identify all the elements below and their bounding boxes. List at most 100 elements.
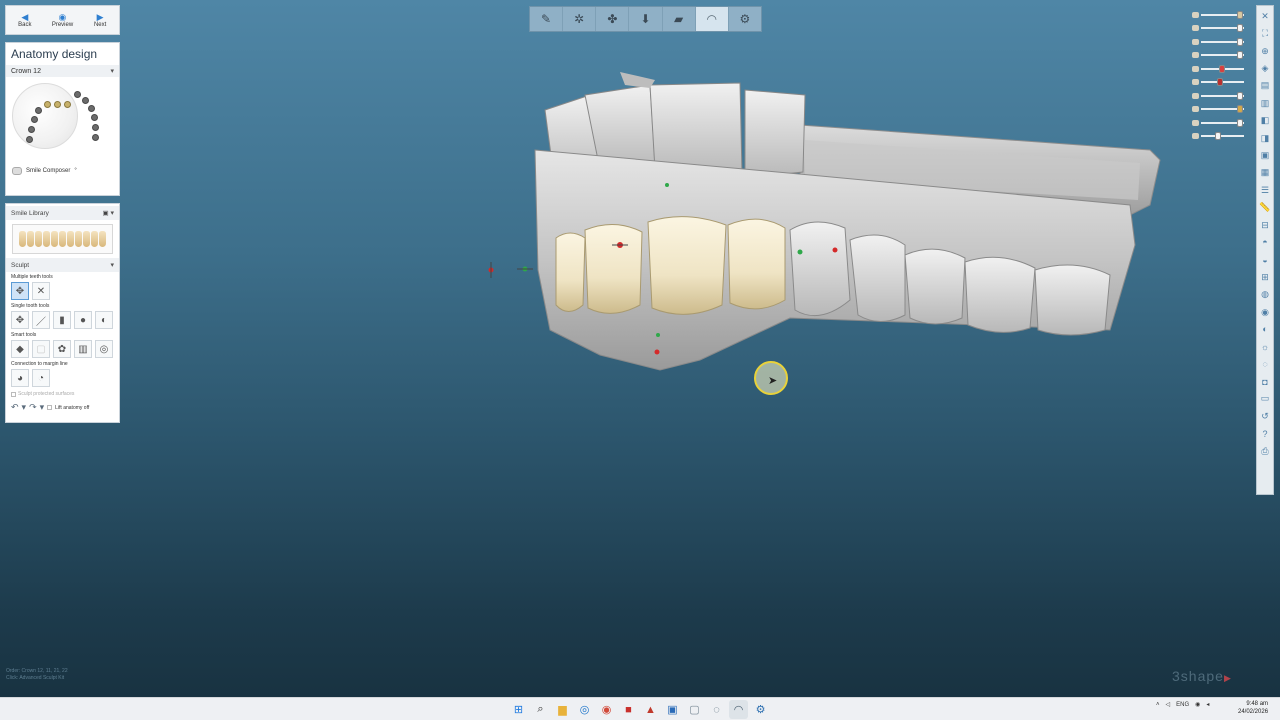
camera-icon[interactable]: ◘ bbox=[1258, 375, 1272, 389]
slider-row[interactable] bbox=[1192, 35, 1244, 49]
help-icon[interactable]: ? bbox=[1258, 427, 1272, 441]
tooth-node[interactable] bbox=[28, 126, 35, 133]
remote-desktop-icon[interactable]: ▣ bbox=[663, 700, 682, 719]
slider-row[interactable] bbox=[1192, 116, 1244, 130]
slider-knob[interactable] bbox=[1237, 24, 1243, 33]
tooth-node[interactable] bbox=[74, 91, 81, 98]
margin-connect-tool[interactable]: ◕ bbox=[11, 369, 29, 387]
preset-icon[interactable]: ⊞ bbox=[1258, 270, 1272, 284]
dental-model[interactable] bbox=[0, 0, 1280, 697]
slider-row[interactable] bbox=[1192, 103, 1244, 117]
slider-knob[interactable] bbox=[1237, 10, 1243, 19]
slider-row[interactable] bbox=[1192, 130, 1244, 144]
slider-knob[interactable] bbox=[1219, 64, 1225, 73]
tooth-node[interactable] bbox=[92, 134, 99, 141]
slider-knob[interactable] bbox=[1237, 51, 1243, 60]
windows-start-icon[interactable]: ⊞ bbox=[509, 700, 528, 719]
sculpt-protected-checkbox[interactable] bbox=[11, 391, 16, 397]
slider-row[interactable] bbox=[1192, 8, 1244, 22]
network-icon[interactable]: ◁ bbox=[1166, 701, 1171, 708]
wax-knife-tool[interactable]: ／ bbox=[32, 311, 50, 329]
morph-tool[interactable]: ✿ bbox=[53, 340, 71, 358]
chevron-down-icon[interactable]: ▾ bbox=[40, 402, 45, 413]
sculpt-header[interactable]: Sculpt ▾ bbox=[6, 258, 119, 272]
next-button[interactable]: ▶ Next bbox=[82, 12, 118, 28]
tooth-node-selected[interactable] bbox=[64, 101, 71, 108]
toolbar-button[interactable]: ▰ bbox=[663, 7, 696, 31]
slider-track[interactable] bbox=[1201, 105, 1244, 114]
move-tooth-tool[interactable]: ✥ bbox=[11, 311, 29, 329]
slider-track[interactable] bbox=[1201, 91, 1244, 100]
language-indicator[interactable]: ENG bbox=[1176, 702, 1189, 708]
view-3d-icon[interactable]: ◈ bbox=[1258, 62, 1272, 76]
tooth-node[interactable] bbox=[35, 107, 42, 114]
slider-track[interactable] bbox=[1201, 37, 1244, 46]
view-back-icon[interactable]: ▣ bbox=[1258, 149, 1272, 163]
toolbar-button[interactable]: ✤ bbox=[596, 7, 630, 31]
settings-app-icon[interactable]: ⚙ bbox=[751, 700, 770, 719]
wifi-icon[interactable]: ◉ bbox=[1195, 701, 1200, 708]
snapshot-icon[interactable]: ▭ bbox=[1258, 392, 1272, 406]
view-left-icon[interactable]: ◧ bbox=[1258, 114, 1272, 128]
tooth-node-selected[interactable] bbox=[54, 101, 61, 108]
slider-track[interactable] bbox=[1201, 51, 1244, 60]
slider-track[interactable] bbox=[1201, 132, 1244, 141]
slider-track[interactable] bbox=[1201, 64, 1244, 73]
smooth-tool[interactable]: ● bbox=[74, 311, 92, 329]
transparency-icon[interactable]: ◌ bbox=[1258, 357, 1272, 371]
view-right-icon[interactable]: ◨ bbox=[1258, 131, 1272, 145]
tooth-node[interactable] bbox=[26, 136, 33, 143]
close-icon[interactable]: ✕ bbox=[1258, 9, 1272, 23]
volume-icon[interactable]: ◂ bbox=[1206, 701, 1209, 708]
back-button[interactable]: ◀ Back bbox=[7, 12, 43, 28]
margin-icon[interactable]: ◍ bbox=[1258, 288, 1272, 302]
light-icon[interactable]: ☼ bbox=[1258, 340, 1272, 354]
tooth-node[interactable] bbox=[91, 114, 98, 121]
smile-composer-row[interactable]: Smile Composer ° bbox=[6, 164, 119, 178]
search-icon[interactable]: ⌕ bbox=[531, 700, 550, 719]
slider-row[interactable] bbox=[1192, 22, 1244, 36]
occlusion-tool[interactable]: ▢ bbox=[32, 340, 50, 358]
smile-library-header[interactable]: Smile Library ▣ ▾ bbox=[6, 206, 119, 220]
file-explorer-icon[interactable]: ▆ bbox=[553, 700, 572, 719]
chevron-up-icon[interactable]: ˄ bbox=[1156, 702, 1160, 708]
chrome-browser-icon[interactable]: ◉ bbox=[597, 700, 616, 719]
tooth-node[interactable] bbox=[88, 105, 95, 112]
slider-track[interactable] bbox=[1201, 24, 1244, 33]
dental-system-icon[interactable]: ◌ bbox=[707, 700, 726, 719]
print-icon[interactable]: ⎙ bbox=[1258, 444, 1272, 458]
lift-anatomy-checkbox[interactable] bbox=[47, 405, 53, 410]
slider-knob[interactable] bbox=[1237, 37, 1243, 46]
layers-icon[interactable]: ☰ bbox=[1258, 183, 1272, 197]
slider-track[interactable] bbox=[1201, 10, 1244, 19]
3d-viewport[interactable]: ➤ bbox=[0, 0, 1280, 697]
fullscreen-icon[interactable]: ⛶ bbox=[1258, 27, 1272, 41]
toolbar-button-active[interactable]: ◠ bbox=[695, 7, 729, 31]
slider-knob[interactable] bbox=[1237, 118, 1243, 127]
slider-track[interactable] bbox=[1201, 78, 1244, 87]
clock[interactable]: 9:48 am 24/02/2026 bbox=[1238, 700, 1268, 716]
reset-icon[interactable]: ↺ bbox=[1258, 409, 1272, 423]
slider-knob[interactable] bbox=[1215, 132, 1221, 141]
chevron-down-icon[interactable]: ▾ bbox=[22, 402, 27, 413]
add-wax-tool[interactable]: ▮ bbox=[53, 311, 71, 329]
toolbar-button[interactable]: ⚙ bbox=[729, 7, 761, 31]
slider-row[interactable] bbox=[1192, 76, 1244, 90]
slider-row[interactable] bbox=[1192, 49, 1244, 63]
crown-select[interactable]: Crown 12 ▾ bbox=[6, 65, 119, 77]
app-window-icon[interactable]: ▢ bbox=[685, 700, 704, 719]
sculpt-protected-row[interactable]: Sculpt protected surfaces bbox=[6, 388, 119, 400]
tooth-node[interactable] bbox=[92, 124, 99, 131]
slider-knob[interactable] bbox=[1237, 91, 1243, 100]
dental-designer-icon[interactable]: ◠ bbox=[729, 700, 748, 719]
contact-icon[interactable]: ◉ bbox=[1258, 305, 1272, 319]
contact-tool[interactable]: ◆ bbox=[11, 340, 29, 358]
slider-track[interactable] bbox=[1201, 118, 1244, 127]
tooth-node-selected[interactable] bbox=[44, 101, 51, 108]
edge-browser-icon[interactable]: ◎ bbox=[575, 700, 594, 719]
tooth-node[interactable] bbox=[82, 97, 89, 104]
toolbar-button[interactable]: ⬇ bbox=[629, 7, 663, 31]
redo-icon[interactable]: ↷ bbox=[29, 402, 37, 413]
preview-button[interactable]: ◉ Preview bbox=[44, 12, 80, 28]
transform-teeth-tool[interactable]: ✥ bbox=[11, 282, 29, 300]
